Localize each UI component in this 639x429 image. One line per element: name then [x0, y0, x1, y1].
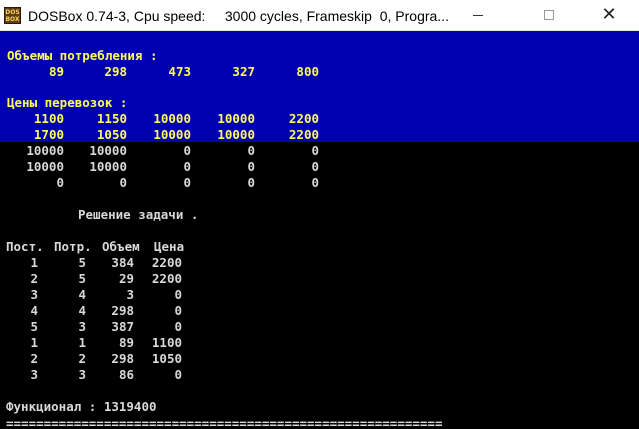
solution-cell: 29	[118, 271, 134, 286]
solution-cell: 298	[111, 351, 134, 366]
solution-cell: 2200	[151, 271, 182, 286]
price-cell: 1100	[33, 111, 64, 126]
price-cell: 10000	[217, 111, 255, 126]
solution-cell: 4	[78, 287, 86, 302]
maximize-button[interactable]	[526, 0, 572, 30]
prices-label: Цены перевозок :	[7, 95, 128, 110]
dos-console-screen[interactable]: Объемы потребления : 89 298 473 327 800 …	[0, 31, 639, 429]
window-title: DOSBox 0.74-3, Cpu speed: 3000 cycles, F…	[28, 8, 449, 24]
title-bar[interactable]: DOS BOX DOSBox 0.74-3, Cpu speed: 3000 c…	[0, 0, 639, 31]
price-row: 1100 1150 10000 10000 2200	[0, 111, 639, 127]
price-cell: 10000	[153, 111, 191, 126]
price-cell: 0	[247, 143, 255, 158]
consumption-label: Объемы потребления :	[7, 48, 158, 63]
solution-cell: 387	[111, 319, 134, 334]
solution-cell: 86	[118, 367, 134, 382]
price-cell: 10000	[89, 159, 127, 174]
price-cell: 10000	[153, 127, 191, 142]
solution-row: 5 3 387 0	[0, 319, 639, 335]
solution-cell: 3	[126, 287, 134, 302]
solution-cell: 384	[111, 255, 134, 270]
consumption-value: 473	[168, 64, 191, 79]
solution-cell: 5	[78, 271, 86, 286]
price-cell: 2200	[288, 127, 319, 142]
price-cell: 0	[119, 175, 127, 190]
solution-cell: 0	[174, 367, 182, 382]
solution-cell: 2	[30, 351, 38, 366]
functional-result: Функционал : 1319400	[6, 399, 157, 414]
price-cell: 2200	[288, 111, 319, 126]
price-cell: 0	[183, 143, 191, 158]
solution-row: 2 2 298 1050	[0, 351, 639, 367]
solution-cell: 5	[30, 319, 38, 334]
solution-row: 3 4 3 0	[0, 287, 639, 303]
price-cell: 10000	[26, 159, 64, 174]
consumption-value: 800	[296, 64, 319, 79]
price-row: 1700 1050 10000 10000 2200	[0, 127, 639, 143]
price-cell: 0	[311, 159, 319, 174]
solution-cell: 1	[30, 335, 38, 350]
solution-header-row: Пост. Потр. Объем Цена	[0, 239, 639, 255]
solution-row: 4 4 298 0	[0, 303, 639, 319]
price-cell: 0	[311, 175, 319, 190]
solution-cell: 0	[174, 319, 182, 334]
price-cell: 0	[311, 143, 319, 158]
price-cell: 10000	[26, 143, 64, 158]
price-cell: 0	[56, 175, 64, 190]
consumption-value: 327	[232, 64, 255, 79]
price-cell: 0	[183, 175, 191, 190]
solution-header: Потр.	[54, 239, 92, 254]
solution-cell: 89	[118, 335, 134, 350]
solution-cell: 0	[174, 287, 182, 302]
consumption-value: 89	[48, 64, 64, 79]
close-icon: ✕	[601, 4, 617, 25]
maximize-icon	[544, 10, 554, 20]
solution-cell: 3	[30, 287, 38, 302]
solution-cell: 1	[30, 255, 38, 270]
solution-label: Решение задачи .	[78, 207, 199, 222]
price-cell: 1050	[96, 127, 127, 142]
price-cell: 1700	[33, 127, 64, 142]
solution-cell: 5	[78, 255, 86, 270]
price-row: 0 0 0 0 0	[0, 175, 639, 191]
price-cell: 1150	[96, 111, 127, 126]
solution-cell: 2	[78, 351, 86, 366]
solution-row: 1 1 89 1100	[0, 335, 639, 351]
solution-cell: 2	[30, 271, 38, 286]
icon-text-top: DOS	[5, 9, 20, 16]
solution-cell: 298	[111, 303, 134, 318]
minimize-button[interactable]	[455, 0, 501, 30]
icon-text-bottom: BOX	[5, 16, 20, 23]
price-row: 10000 10000 0 0 0	[0, 143, 639, 159]
solution-header: Пост.	[6, 239, 44, 254]
dosbox-app-icon[interactable]: DOS BOX	[4, 7, 21, 24]
consumption-value: 298	[104, 64, 127, 79]
solution-row: 2 5 29 2200	[0, 271, 639, 287]
price-cell: 0	[247, 175, 255, 190]
consumption-row: 89 298 473 327 800	[0, 64, 639, 80]
solution-row: 1 5 384 2200	[0, 255, 639, 271]
solution-header: Объем	[102, 239, 140, 254]
solution-row: 3 3 86 0	[0, 367, 639, 383]
solution-cell: 3	[78, 319, 86, 334]
solution-cell: 3	[78, 367, 86, 382]
separator-line: ========================================…	[6, 419, 443, 429]
solution-cell: 1100	[151, 335, 182, 350]
price-cell: 0	[183, 159, 191, 174]
price-cell: 10000	[89, 143, 127, 158]
close-button[interactable]: ✕	[586, 0, 632, 30]
solution-cell: 4	[30, 303, 38, 318]
price-cell: 0	[247, 159, 255, 174]
minimize-icon	[473, 14, 483, 16]
price-cell: 10000	[217, 127, 255, 142]
price-row: 10000 10000 0 0 0	[0, 159, 639, 175]
solution-cell: 2200	[151, 255, 182, 270]
solution-cell: 4	[78, 303, 86, 318]
solution-cell: 1	[78, 335, 86, 350]
solution-header: Цена	[154, 239, 185, 254]
solution-cell: 1050	[151, 351, 182, 366]
solution-cell: 3	[30, 367, 38, 382]
solution-cell: 0	[174, 303, 182, 318]
